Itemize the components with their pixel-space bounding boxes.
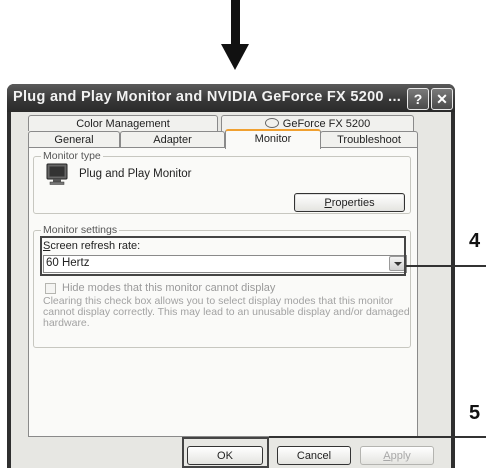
tab-general[interactable]: General [28, 131, 120, 147]
properties-mnemonic: P [324, 197, 332, 209]
hide-modes-checkbox[interactable] [45, 283, 56, 294]
apply-button[interactable]: Apply [360, 446, 434, 465]
cancel-button[interactable]: Cancel [277, 446, 351, 465]
help-button[interactable]: ? [407, 88, 429, 110]
callout-number-4: 4 [469, 230, 481, 252]
tab-color-management[interactable]: Color Management [28, 115, 218, 131]
callout-box-4 [40, 236, 406, 276]
hide-modes-description: Clearing this check box allows you to se… [43, 295, 410, 329]
callout-number-5: 5 [469, 402, 481, 424]
monitor-icon [45, 163, 69, 185]
apply-mnemonic: A [383, 450, 391, 462]
hide-modes-label: Hide modes that this monitor cannot disp… [62, 282, 276, 294]
nvidia-logo-icon [264, 118, 279, 128]
properties-label: roperties [331, 197, 375, 209]
apply-label: pply [390, 450, 411, 462]
close-button[interactable]: ✕ [431, 88, 453, 110]
callout-line-5 [269, 436, 486, 438]
callout-box-5 [182, 437, 269, 468]
window-title: Plug and Play Monitor and NVIDIA GeForce… [13, 89, 402, 105]
properties-button[interactable]: Properties [294, 193, 405, 212]
annotation-arrow-shaft [231, 0, 240, 46]
monitor-settings-legend: Monitor settings [41, 224, 120, 236]
annotation-arrow-head [221, 44, 249, 70]
callout-line-4 [406, 265, 486, 267]
monitor-name: Plug and Play Monitor [79, 168, 192, 180]
tab-adapter[interactable]: Adapter [120, 131, 225, 147]
tab-monitor[interactable]: Monitor [225, 129, 321, 149]
monitor-type-legend: Monitor type [41, 150, 103, 162]
tab-troubleshoot[interactable]: Troubleshoot [320, 131, 418, 147]
